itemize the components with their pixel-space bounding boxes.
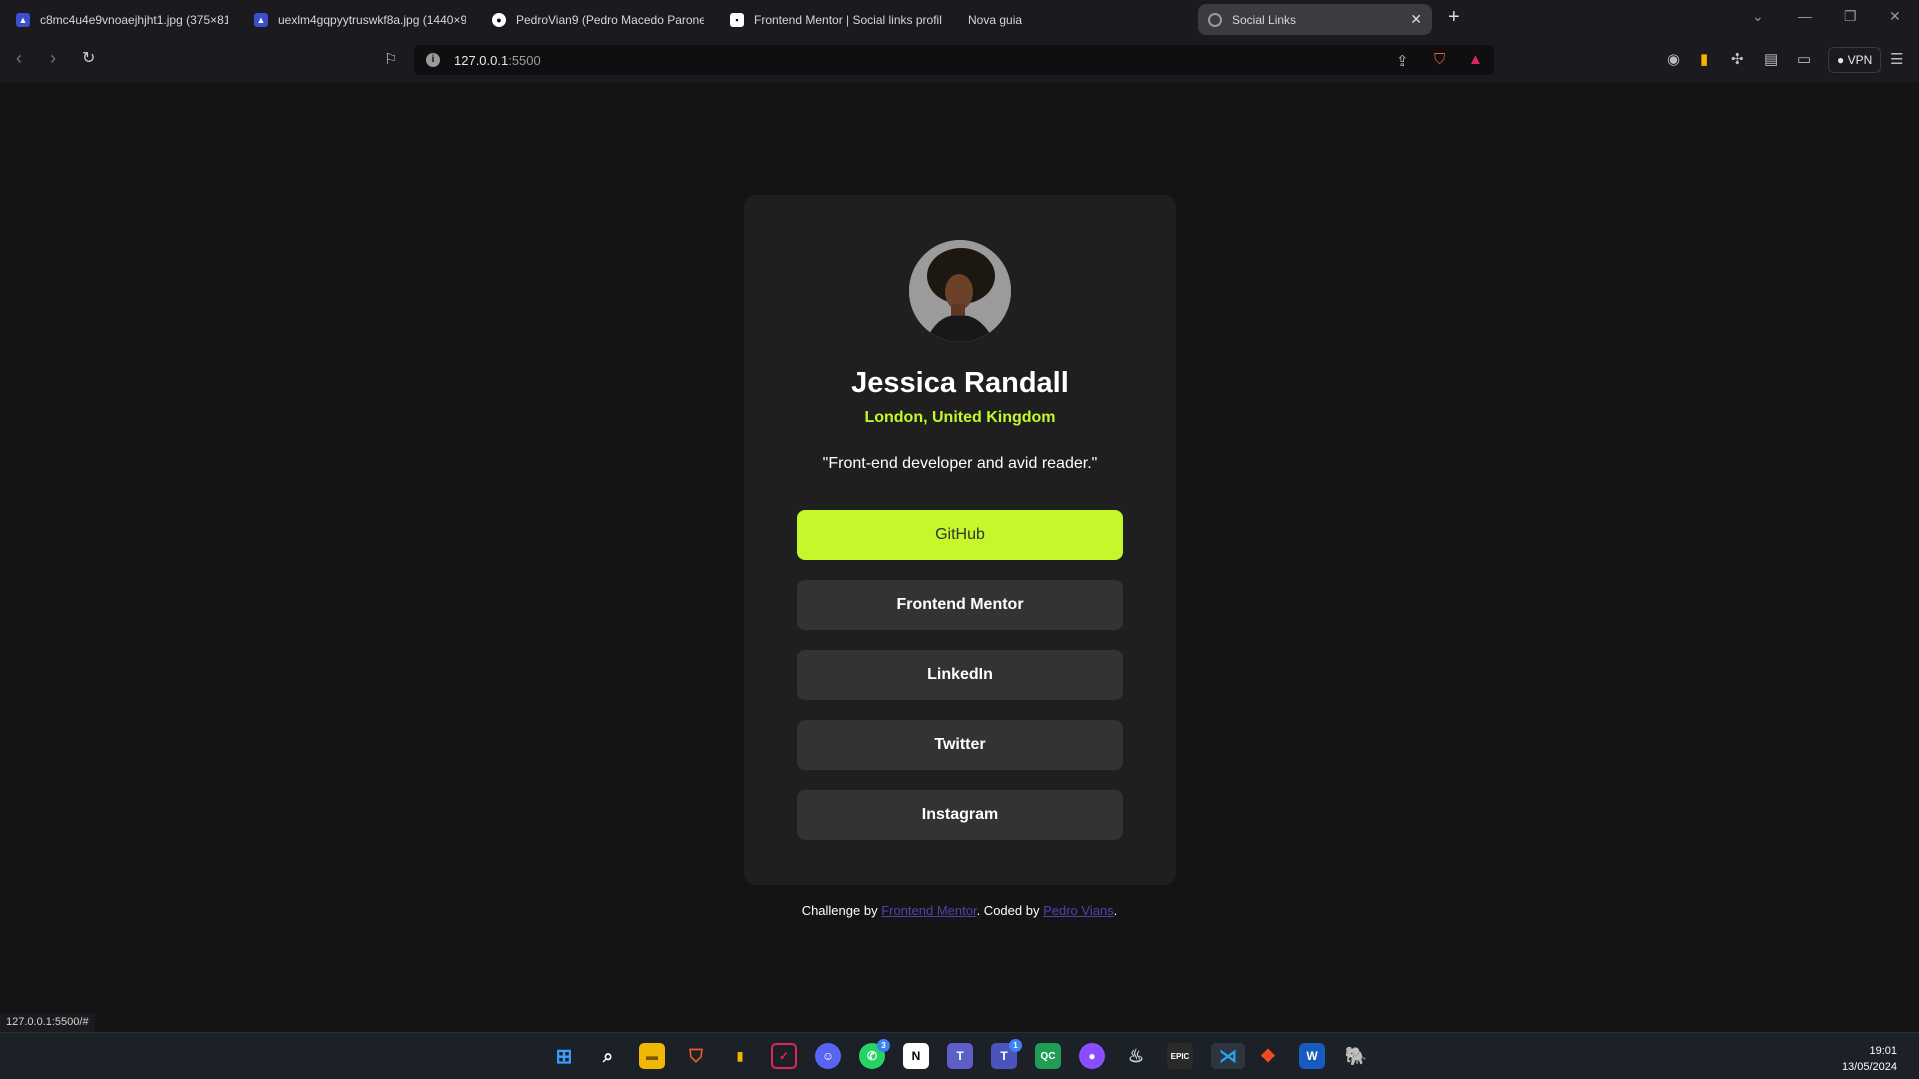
url-host: 127.0.0.1: [454, 53, 509, 68]
link-status-bar: 127.0.0.1:5500/#: [0, 1013, 95, 1032]
browser-tab-bar: ▲ c8mc4u4e9vnoaejhjht1.jpg (375×812) ▲ u…: [0, 0, 1919, 39]
attribution-middle: . Coded by: [976, 903, 1044, 918]
share-icon[interactable]: ⇪: [1396, 52, 1409, 70]
file-explorer-icon[interactable]: ▬: [639, 1043, 665, 1069]
extensions-puzzle-icon[interactable]: ✣: [1731, 50, 1744, 68]
attribution-suffix: .: [1113, 903, 1118, 918]
url-port: :5500: [508, 53, 541, 68]
qt-creator-icon[interactable]: QC: [1035, 1043, 1061, 1069]
attribution-prefix: Challenge by: [801, 903, 882, 918]
vpn-button[interactable]: ● VPN: [1828, 47, 1882, 73]
image-icon: ▲: [254, 12, 268, 27]
figma-icon[interactable]: ❖: [1255, 1043, 1281, 1069]
address-bar[interactable]: i 127.0.0.1:5500 ⇪ ⛉ ▲: [414, 45, 1494, 75]
browser-tab[interactable]: Nova guia: [958, 5, 1178, 35]
frontend-mentor-link-button[interactable]: Frontend Mentor: [797, 580, 1123, 630]
instagram-link-button[interactable]: Instagram: [797, 790, 1123, 840]
close-tab-icon[interactable]: ✕: [1410, 11, 1422, 28]
clock-date: 13/05/2024: [1841, 1061, 1897, 1073]
bookmark-icon[interactable]: ⚐: [384, 50, 397, 68]
tab-title: uexlm4gqpyytruswkf8a.jpg (1440×960): [278, 12, 466, 27]
back-icon[interactable]: ‹: [16, 48, 22, 69]
notion-icon[interactable]: N: [903, 1043, 929, 1069]
active-browser-tab[interactable]: Social Links ✕: [1198, 4, 1432, 35]
linkedin-link-button[interactable]: LinkedIn: [797, 650, 1123, 700]
avatar: [909, 240, 1011, 342]
brave-browser-icon[interactable]: ⛉: [683, 1043, 709, 1069]
wallet-extension-icon[interactable]: ▮: [1700, 50, 1708, 68]
steam-icon[interactable]: ♨: [1123, 1043, 1149, 1069]
github-link-button[interactable]: GitHub: [797, 510, 1123, 560]
forward-icon[interactable]: ›: [50, 48, 56, 69]
frontend-mentor-attribution-link[interactable]: Frontend Mentor: [881, 903, 976, 918]
new-tab-icon[interactable]: +: [1448, 6, 1460, 29]
close-window-icon[interactable]: ✕: [1889, 8, 1901, 25]
github-icon: ●: [492, 12, 506, 27]
site-info-icon[interactable]: i: [426, 53, 440, 67]
extension-icon[interactable]: ◉: [1667, 50, 1680, 68]
menu-icon[interactable]: ☰: [1890, 50, 1903, 68]
tab-title: Frontend Mentor | Social links profile: [754, 12, 942, 27]
clock-time: 19:01: [1869, 1045, 1897, 1057]
sidebar-icon[interactable]: ▤: [1764, 50, 1778, 68]
wallet-icon[interactable]: ▭: [1797, 50, 1811, 68]
tab-list-chevron-icon[interactable]: ⌄: [1752, 8, 1764, 25]
tab-title: Nova guia: [968, 12, 1023, 27]
vpn-dot-icon: ●: [1837, 53, 1845, 67]
tab-title: c8mc4u4e9vnoaejhjht1.jpg (375×812): [40, 12, 228, 27]
whatsapp-icon[interactable]: ✆ 3: [859, 1039, 890, 1069]
github-desktop-icon[interactable]: ●: [1079, 1043, 1105, 1069]
brave-shields-icon[interactable]: ⛉: [1434, 51, 1445, 68]
reload-icon[interactable]: ↻: [82, 48, 95, 68]
profile-name: Jessica Randall: [851, 367, 1069, 399]
browser-tab[interactable]: ▲ c8mc4u4e9vnoaejhjht1.jpg (375×812): [6, 5, 238, 35]
vscode-icon[interactable]: ⋊: [1211, 1043, 1245, 1069]
teams-icon[interactable]: T: [947, 1043, 973, 1069]
discord-icon[interactable]: ☺: [815, 1043, 841, 1069]
author-attribution-link[interactable]: Pedro Vians: [1043, 903, 1114, 918]
browser-toolbar: ‹ › ↻ ⚐ i 127.0.0.1:5500 ⇪ ⛉ ▲ ◉ ▮ ✣ ▤ ▭…: [0, 39, 1919, 82]
taskbar-clock[interactable]: 19:01 13/05/2024: [1842, 1043, 1897, 1075]
tab-title: PedroVian9 (Pedro Macedo Paronetto): [516, 12, 704, 27]
windows-taskbar: ⊞ ⌕ ▬ ⛉ ▮ ✓ ☺ ✆ 3 N T T1 QC ● ♨ EPIC ⋊ ❖ …: [0, 1032, 1919, 1079]
url-text[interactable]: 127.0.0.1:5500: [454, 53, 541, 68]
profile-location: London, United Kingdom: [864, 409, 1056, 426]
whatsapp-badge: 3: [877, 1039, 890, 1052]
globe-icon: [1208, 12, 1222, 27]
brave-rewards-icon[interactable]: ▲: [1468, 51, 1483, 68]
profile-card: Jessica Randall London, United Kingdom "…: [744, 195, 1176, 885]
teams-badge: 1: [1009, 1039, 1022, 1052]
windows-start-icon[interactable]: ⊞: [551, 1043, 577, 1069]
vivaldi-like-icon[interactable]: ✓: [771, 1043, 797, 1069]
frontend-mentor-icon: ▪: [730, 12, 744, 27]
teams-work-icon[interactable]: T1: [991, 1039, 1022, 1069]
avatar-photo: [909, 240, 1011, 342]
attribution: Challenge by Frontend Mentor. Coded by P…: [0, 903, 1919, 918]
browser-tab[interactable]: ● PedroVian9 (Pedro Macedo Paronetto): [482, 5, 714, 35]
browser-tab[interactable]: ▪ Frontend Mentor | Social links profile: [720, 5, 952, 35]
word-icon[interactable]: W: [1299, 1043, 1325, 1069]
vpn-label: VPN: [1847, 53, 1873, 67]
minimize-icon[interactable]: —: [1798, 8, 1812, 24]
restore-icon[interactable]: ❐: [1844, 8, 1857, 25]
twitter-link-button[interactable]: Twitter: [797, 720, 1123, 770]
tab-title: Social Links: [1232, 12, 1297, 27]
browser-tab[interactable]: ▲ uexlm4gqpyytruswkf8a.jpg (1440×960): [244, 5, 476, 35]
search-icon[interactable]: ⌕: [595, 1043, 621, 1069]
page-viewport: Jessica Randall London, United Kingdom "…: [0, 82, 1919, 1032]
image-icon: ▲: [16, 12, 30, 27]
epic-games-icon[interactable]: EPIC: [1167, 1043, 1193, 1069]
power-bi-icon[interactable]: ▮: [727, 1043, 753, 1069]
profile-bio: "Front-end developer and avid reader.": [822, 455, 1098, 472]
postgresql-icon[interactable]: 🐘: [1343, 1043, 1369, 1069]
